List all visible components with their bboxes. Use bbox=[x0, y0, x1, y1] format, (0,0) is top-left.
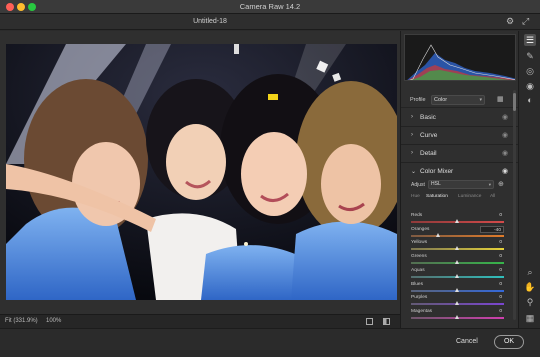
photo-preview bbox=[6, 44, 397, 300]
adjust-label: Adjust bbox=[411, 182, 425, 188]
profile-select[interactable]: Color bbox=[431, 95, 485, 105]
slider-reds[interactable]: Reds 0 bbox=[401, 213, 519, 226]
chevron-right-icon: › bbox=[411, 150, 413, 156]
slider-value[interactable]: 0 bbox=[480, 267, 504, 274]
zoom-icon[interactable]: ⌕ bbox=[524, 266, 536, 278]
presets-icon[interactable]: ◐ bbox=[524, 94, 536, 106]
edit-panel: Profile Color ▦ › Basic ◉ › Curve ◉ › De… bbox=[400, 31, 519, 328]
zoom-100-label[interactable]: 100% bbox=[46, 318, 61, 324]
tab-saturation[interactable]: Saturation bbox=[426, 194, 448, 199]
cancel-button[interactable]: Cancel bbox=[456, 338, 478, 345]
slider-label: Magentas bbox=[411, 308, 433, 314]
chevron-down-icon: ⌄ bbox=[411, 169, 417, 175]
eye-icon[interactable]: ◉ bbox=[502, 113, 508, 121]
gear-icon[interactable]: ⚙ bbox=[506, 16, 514, 27]
slider-label: Aquas bbox=[411, 267, 425, 273]
eye-icon[interactable]: ◉ bbox=[502, 167, 508, 175]
adjust-select[interactable]: HSL bbox=[428, 180, 494, 189]
slider-track[interactable] bbox=[411, 234, 504, 237]
slider-thumb[interactable] bbox=[455, 260, 459, 265]
chevron-right-icon: › bbox=[411, 132, 413, 138]
app-title: Camera Raw 14.2 bbox=[239, 2, 301, 11]
slider-thumb[interactable] bbox=[455, 273, 459, 278]
title-bar: Camera Raw 14.2 bbox=[0, 0, 540, 14]
section-color-mixer-label: Color Mixer bbox=[420, 168, 454, 175]
slider-thumb[interactable] bbox=[455, 287, 459, 292]
slider-value[interactable]: 0 bbox=[480, 281, 504, 288]
slider-thumb[interactable] bbox=[455, 314, 459, 319]
section-basic[interactable]: › Basic ◉ bbox=[401, 109, 519, 127]
grid-icon[interactable]: ▦ bbox=[524, 312, 536, 324]
section-detail-label: Detail bbox=[420, 150, 437, 157]
slider-value[interactable]: 0 bbox=[480, 212, 504, 219]
slider-thumb[interactable] bbox=[455, 301, 459, 306]
slider-label: Purples bbox=[411, 295, 428, 301]
profile-label: Profile bbox=[410, 97, 426, 103]
slider-value[interactable]: 0 bbox=[480, 294, 504, 301]
hsl-tabs: Hue Saturation Luminance All bbox=[401, 192, 519, 204]
slider-value[interactable]: -40 bbox=[480, 225, 504, 233]
slider-value[interactable]: 0 bbox=[480, 239, 504, 246]
color-sampler-icon[interactable]: ⚲ bbox=[524, 296, 536, 308]
red-eye-icon[interactable]: ◉ bbox=[524, 80, 536, 92]
slider-blues[interactable]: Blues 0 bbox=[401, 282, 519, 295]
adjust-row: Adjust HSL ⊕ bbox=[401, 178, 519, 191]
tab-luminance[interactable]: Luminance bbox=[458, 194, 481, 199]
hand-icon[interactable]: ✋ bbox=[524, 281, 536, 293]
slider-thumb[interactable] bbox=[455, 246, 459, 251]
tab-hue[interactable]: Hue bbox=[411, 194, 420, 199]
eye-icon[interactable]: ◉ bbox=[502, 131, 508, 139]
slider-thumb[interactable] bbox=[436, 232, 441, 237]
document-title: Untitled-18 bbox=[193, 18, 227, 25]
dialog-footer: Cancel OK bbox=[0, 328, 540, 357]
panel-scrollbar[interactable] bbox=[513, 90, 516, 320]
profile-browser-icon[interactable]: ▦ bbox=[497, 96, 505, 104]
section-detail[interactable]: › Detail ◉ bbox=[401, 145, 519, 163]
slider-label: Yellows bbox=[411, 240, 428, 246]
image-canvas[interactable] bbox=[0, 31, 400, 314]
histogram bbox=[404, 34, 516, 81]
photo-illustration bbox=[6, 44, 397, 300]
section-curve[interactable]: › Curve ◉ bbox=[401, 127, 519, 145]
slider-magentas[interactable]: Magentas 0 bbox=[401, 309, 519, 322]
targeted-adjustment-icon[interactable]: ⊕ bbox=[498, 180, 504, 188]
chevron-right-icon: › bbox=[411, 114, 413, 120]
expand-icon[interactable]: ⤢ bbox=[522, 16, 529, 27]
ok-button[interactable]: OK bbox=[494, 335, 524, 349]
slider-value[interactable]: 0 bbox=[480, 253, 504, 260]
sliders-icon[interactable]: ☰ bbox=[524, 34, 536, 46]
slider-label: Blues bbox=[411, 281, 423, 287]
slider-thumb[interactable] bbox=[455, 219, 459, 223]
section-curve-label: Curve bbox=[420, 132, 438, 139]
camera-raw-window: Camera Raw 14.2 Untitled-18 ⚙ ⤢ Fit (331… bbox=[0, 0, 540, 357]
document-bar: Untitled-18 ⚙ ⤢ bbox=[0, 14, 540, 30]
compare-view-icon[interactable] bbox=[383, 318, 390, 325]
eye-icon[interactable]: ◉ bbox=[502, 149, 508, 157]
tool-strip: ☰ ✎ ◎ ◉ ◐ ⌕ ✋ ⚲ ▦ bbox=[518, 31, 540, 328]
slider-aquas[interactable]: Aquas 0 bbox=[401, 268, 519, 281]
slider-greens[interactable]: Greens 0 bbox=[401, 254, 519, 267]
section-basic-label: Basic bbox=[420, 114, 436, 121]
slider-value[interactable]: 0 bbox=[480, 308, 504, 315]
healing-brush-icon[interactable]: ✎ bbox=[524, 50, 536, 62]
profile-row: Profile Color ▦ bbox=[401, 92, 519, 108]
slider-oranges[interactable]: Oranges -40 bbox=[401, 225, 519, 240]
slider-label: Greens bbox=[411, 254, 427, 260]
histogram-graph bbox=[407, 44, 515, 80]
slider-purples[interactable]: Purples 0 bbox=[401, 295, 519, 308]
panel-scrollbar-thumb[interactable] bbox=[513, 93, 516, 111]
single-view-icon[interactable] bbox=[366, 318, 373, 325]
slider-yellows[interactable]: Yellows 0 bbox=[401, 240, 519, 253]
fit-zoom-label[interactable]: Fit (331.9%) bbox=[5, 318, 38, 324]
slider-label: Oranges bbox=[411, 226, 430, 232]
tab-all[interactable]: All bbox=[490, 194, 495, 199]
slider-label: Reds bbox=[411, 213, 423, 218]
masking-icon[interactable]: ◎ bbox=[524, 65, 536, 77]
canvas-status-bar: Fit (331.9%) 100% bbox=[0, 314, 400, 328]
